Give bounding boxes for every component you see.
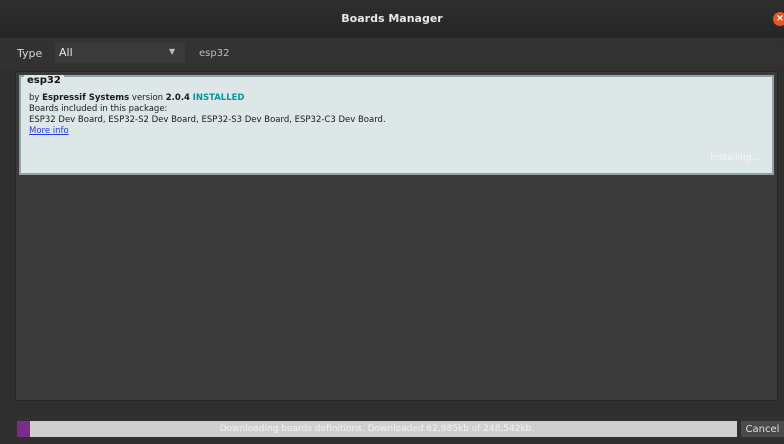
close-button[interactable]: × [773, 12, 784, 26]
package-name: esp32 [24, 75, 64, 86]
chevron-down-icon: ▼ [169, 47, 176, 56]
installing-status: Installing... [710, 153, 760, 163]
boards-list: ESP32 Dev Board, ESP32-S2 Dev Board, ESP… [29, 115, 386, 125]
package-author-line: by Espressif Systems version 2.0.4 INSTA… [29, 93, 386, 104]
version-prefix: version [129, 93, 166, 103]
progress-text: Downloading boards definitions. Download… [219, 424, 535, 434]
download-progress-bar: Downloading boards definitions. Download… [17, 421, 737, 437]
package-description: by Espressif Systems version 2.0.4 INSTA… [29, 93, 386, 137]
boards-heading: Boards included in this package: [29, 104, 168, 114]
author-prefix: by [29, 93, 43, 103]
package-list[interactable]: esp32 by Espressif Systems version 2.0.4… [15, 71, 778, 401]
package-version: 2.0.4 [165, 93, 190, 103]
close-icon: × [775, 13, 784, 24]
window-title: Boards Manager [341, 12, 443, 25]
type-label: Type [17, 47, 43, 60]
search-input[interactable] [193, 43, 778, 63]
cancel-button[interactable]: Cancel [741, 421, 784, 437]
package-card[interactable]: esp32 by Espressif Systems version 2.0.4… [19, 75, 774, 175]
more-info-link[interactable]: More info [29, 126, 69, 136]
type-selected-value: All [59, 46, 73, 59]
package-author: Espressif Systems [42, 93, 130, 103]
title-bar: Boards Manager [0, 0, 784, 39]
type-dropdown[interactable]: All ▼ [55, 43, 185, 63]
installed-badge: INSTALLED [192, 93, 245, 103]
